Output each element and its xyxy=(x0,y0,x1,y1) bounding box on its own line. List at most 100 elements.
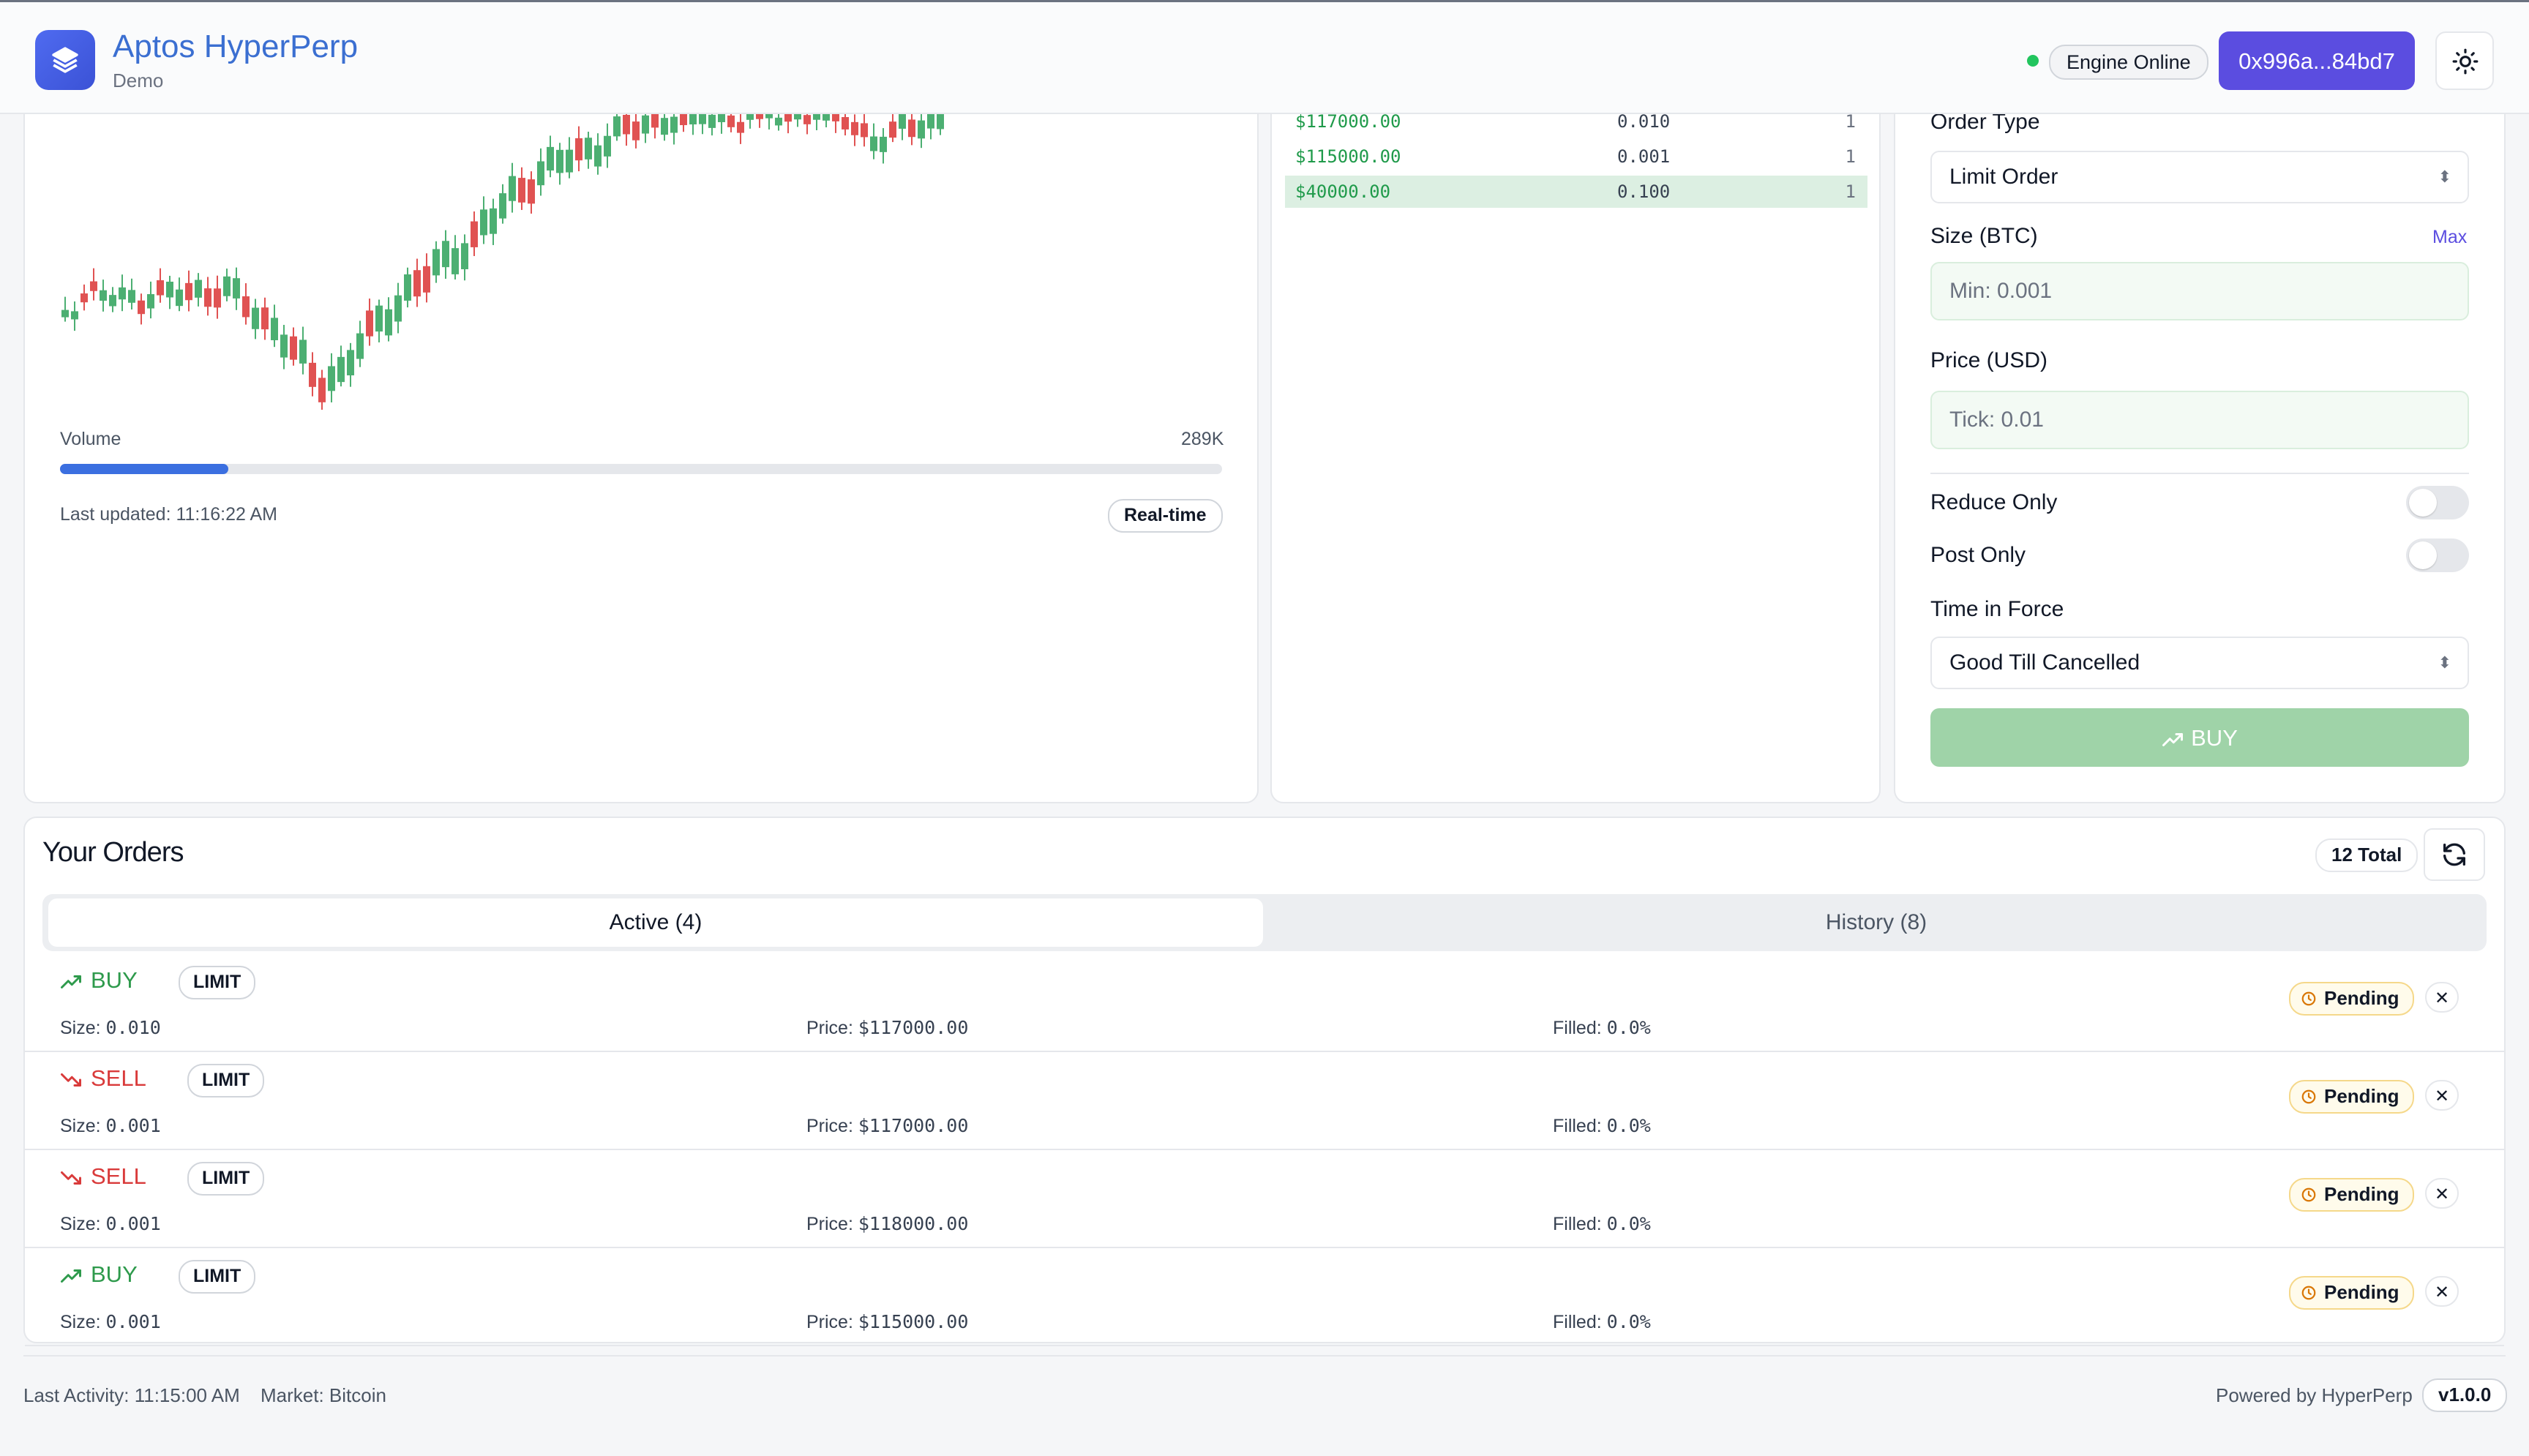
order-status-badge: Pending xyxy=(2289,1178,2414,1212)
theme-toggle-button[interactable] xyxy=(2435,31,2494,90)
candle xyxy=(233,267,240,310)
trending-up-icon xyxy=(61,1269,81,1283)
candle xyxy=(223,269,231,301)
orders-tabs: Active (4) History (8) xyxy=(42,894,2487,951)
order-book-row-highlighted[interactable]: $40000.00 0.100 1 xyxy=(1285,176,1867,208)
size-label: Size (BTC) xyxy=(1930,224,2038,248)
candle xyxy=(318,369,326,410)
candle xyxy=(280,325,288,369)
candle xyxy=(889,111,896,143)
trending-down-icon xyxy=(61,1171,81,1185)
book-price: $115000.00 xyxy=(1295,146,1401,167)
order-filled: Filled: 0.0% xyxy=(1553,1115,1651,1137)
order-book-row[interactable]: $115000.00 0.001 1 xyxy=(1285,140,1867,173)
order-row: SELL LIMIT Size: 0.001 Price: $118000.00 Fil… xyxy=(25,1149,2504,1248)
order-filled-value: 0.0% xyxy=(1606,1213,1651,1234)
candle xyxy=(518,167,525,210)
cancel-order-button[interactable]: ✕ xyxy=(2425,1276,2459,1307)
candle xyxy=(661,110,668,141)
candle xyxy=(309,352,316,397)
candle xyxy=(347,342,354,387)
order-side: SELL xyxy=(60,1065,146,1092)
candle xyxy=(204,277,211,316)
candle xyxy=(670,110,678,145)
reduce-only-toggle[interactable] xyxy=(2406,486,2469,519)
book-count: 1 xyxy=(1845,146,1856,167)
refresh-orders-button[interactable] xyxy=(2424,828,2485,881)
orders-total-badge: 12 Total xyxy=(2315,838,2419,872)
candle xyxy=(290,327,297,366)
candle xyxy=(490,198,497,245)
order-type-badge: LIMIT xyxy=(179,966,256,999)
order-filled-label: Filled: xyxy=(1553,1312,1607,1332)
order-side-label: BUY xyxy=(91,967,138,993)
cancel-order-button[interactable]: ✕ xyxy=(2425,1080,2459,1111)
candle xyxy=(423,253,430,303)
app-header: Aptos HyperPerp Demo Engine Online 0x996… xyxy=(0,0,2529,114)
candle xyxy=(861,112,868,147)
volume-value: 289K xyxy=(1181,429,1224,449)
close-icon: ✕ xyxy=(2434,1185,2450,1204)
tab-active-orders[interactable]: Active (4) xyxy=(48,898,1263,947)
candle xyxy=(623,110,630,146)
candle xyxy=(109,287,116,312)
max-size-link[interactable]: Max xyxy=(2432,227,2467,248)
size-input[interactable] xyxy=(1930,262,2469,320)
engine-status-badge: Engine Online xyxy=(2049,45,2208,80)
cancel-order-button[interactable]: ✕ xyxy=(2425,1178,2459,1209)
trending-up-icon xyxy=(2162,732,2184,746)
candle xyxy=(461,234,468,281)
last-activity-text: Last Activity: 11:15:00 AM xyxy=(23,1384,240,1406)
order-size: Size: 0.010 xyxy=(60,1017,161,1039)
buy-submit-button[interactable]: BUY xyxy=(1930,708,2469,767)
candle xyxy=(547,135,554,178)
close-icon: ✕ xyxy=(2434,1283,2450,1302)
volume-bar-fill xyxy=(60,464,229,474)
form-divider xyxy=(1930,473,2469,474)
candle xyxy=(375,299,383,342)
post-only-toggle[interactable] xyxy=(2406,539,2469,572)
book-size: 0.001 xyxy=(1617,146,1671,167)
order-price-label: Price: xyxy=(806,1018,858,1038)
engine-status-dot-icon xyxy=(2027,55,2039,67)
chevron-up-down-icon: ⬍ xyxy=(2438,168,2451,186)
order-price-value: $117000.00 xyxy=(858,1115,969,1136)
candle xyxy=(870,123,877,160)
tab-order-history[interactable]: History (8) xyxy=(1269,898,2484,947)
order-filled-label: Filled: xyxy=(1553,1116,1607,1136)
order-size-label: Size: xyxy=(60,1116,106,1136)
chevron-up-down-icon: ⬍ xyxy=(2438,653,2451,672)
clock-icon xyxy=(2301,1286,2316,1300)
candlestick-chart[interactable] xyxy=(59,110,1229,410)
candle xyxy=(119,274,126,312)
candle xyxy=(271,304,278,348)
cancel-order-button[interactable]: ✕ xyxy=(2425,982,2459,1013)
candle xyxy=(737,113,744,144)
candle xyxy=(899,110,906,140)
order-side-label: BUY xyxy=(91,1261,138,1287)
candle xyxy=(185,270,192,312)
wallet-address-button[interactable]: 0x996a...84bd7 xyxy=(2219,31,2415,90)
candle xyxy=(176,277,183,312)
order-price: Price: $117000.00 xyxy=(806,1017,968,1039)
order-price-label: Price: xyxy=(806,1214,858,1234)
candle xyxy=(166,275,173,309)
order-type-select[interactable]: Limit Order ⬍ xyxy=(1930,151,2469,203)
volume-bar xyxy=(60,464,1222,474)
order-status-badge: Pending xyxy=(2289,982,2414,1016)
price-input[interactable] xyxy=(1930,391,2469,449)
candle xyxy=(195,273,202,307)
time-in-force-select[interactable]: Good Till Cancelled ⬍ xyxy=(1930,637,2469,689)
orders-title: Your Orders xyxy=(42,837,184,868)
order-price-value: $118000.00 xyxy=(858,1213,969,1234)
candle xyxy=(594,133,602,175)
order-filled-label: Filled: xyxy=(1553,1018,1607,1038)
realtime-badge: Real-time xyxy=(1108,499,1223,533)
order-type-badge: LIMIT xyxy=(179,1260,256,1294)
trending-up-icon xyxy=(61,975,81,988)
order-filled-label: Filled: xyxy=(1553,1214,1607,1234)
order-price-value: $117000.00 xyxy=(858,1017,969,1038)
candle xyxy=(471,211,478,256)
footer-divider xyxy=(23,1355,2506,1356)
version-badge: v1.0.0 xyxy=(2422,1378,2508,1412)
